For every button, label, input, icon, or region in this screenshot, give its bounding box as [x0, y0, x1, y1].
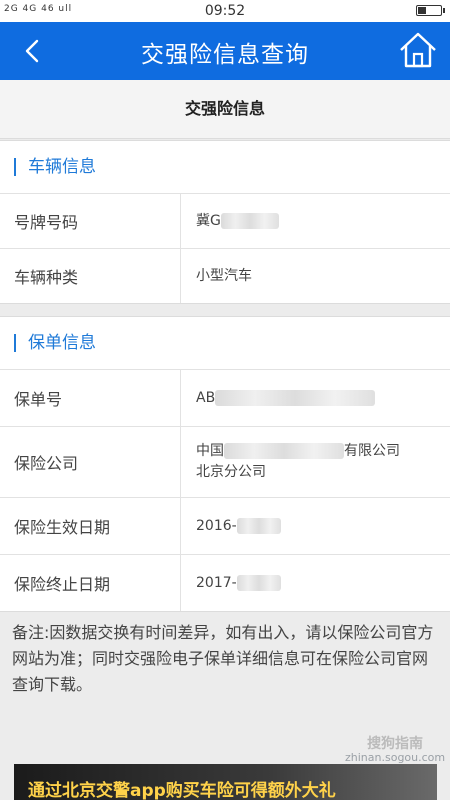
title-accent-bar — [14, 158, 16, 176]
policy-info-card: 保单信息 保单号 AB 保险公司 中国 有限公司 北京分公司 保险生效日期 201… — [0, 316, 450, 612]
row-plate: 号牌号码 冀G — [0, 194, 450, 249]
policy-number-label: 保单号 — [14, 390, 63, 409]
redacted-blur — [220, 213, 279, 229]
row-end-date: 保险终止日期 2017- — [0, 555, 450, 611]
plate-value: 冀G — [196, 194, 436, 248]
promo-banner-text: 通过北京交警app购买车险可得额外大礼 — [28, 781, 336, 800]
start-date-label: 保险生效日期 — [14, 518, 111, 537]
end-date-value: 2017- — [196, 555, 436, 611]
watermark: 搜狗指南 zhinan.sogou.com — [345, 736, 446, 764]
home-button[interactable] — [398, 30, 438, 70]
redacted-blur — [236, 575, 281, 591]
watermark-url: zhinan.sogou.com — [345, 751, 446, 764]
policy-info-title: 保单信息 — [0, 317, 450, 370]
home-icon — [400, 32, 436, 68]
watermark-title: 搜狗指南 — [367, 736, 424, 752]
policy-info-title-text: 保单信息 — [28, 333, 96, 353]
insurer-branch: 北京分公司 — [196, 464, 266, 480]
row-vehicle-type: 车辆种类 小型汽车 — [0, 249, 450, 303]
insurer-text-b: 有限公司 — [344, 443, 400, 459]
section-header: 交强险信息 — [0, 80, 450, 139]
vehicle-info-title: 车辆信息 — [0, 141, 450, 194]
end-date-text: 2017- — [196, 574, 237, 591]
policy-number-text: AB — [196, 389, 216, 406]
plate-value-text: 冀G — [196, 212, 221, 229]
battery-icon — [416, 5, 445, 16]
navigation-bar: 交强险信息查询 — [0, 22, 450, 80]
insurer-value: 中国 有限公司 北京分公司 — [196, 427, 436, 497]
policy-number-value: AB — [196, 370, 436, 426]
insurer-label: 保险公司 — [14, 454, 79, 473]
redacted-blur — [236, 518, 281, 534]
disclaimer-note: 备注:因数据交换有时间差异，如有出入，请以保险公司官方网站为准；同时交强险电子保… — [12, 623, 434, 694]
promo-banner[interactable]: 通过北京交警app购买车险可得额外大礼 — [14, 764, 437, 800]
vehicle-type-label: 车辆种类 — [14, 268, 79, 287]
insurer-text-a: 中国 — [196, 443, 224, 459]
start-date-value: 2016- — [196, 498, 436, 554]
vehicle-info-card: 车辆信息 号牌号码 冀G 车辆种类 小型汽车 — [0, 140, 450, 304]
page-title: 交强险信息查询 — [141, 42, 309, 68]
status-bar: 2G 4G 46 ull 09:52 — [0, 0, 450, 22]
title-accent-bar — [14, 334, 16, 352]
row-policy-number: 保单号 AB — [0, 370, 450, 427]
vehicle-info-title-text: 车辆信息 — [28, 157, 96, 177]
start-date-text: 2016- — [196, 517, 237, 534]
row-insurer: 保险公司 中国 有限公司 北京分公司 — [0, 427, 450, 498]
redacted-blur — [215, 390, 376, 406]
status-time: 09:52 — [204, 3, 246, 19]
redacted-blur — [224, 443, 344, 459]
plate-label: 号牌号码 — [14, 213, 79, 232]
end-date-label: 保险终止日期 — [14, 575, 111, 594]
row-start-date: 保险生效日期 2016- — [0, 498, 450, 555]
vehicle-type-value: 小型汽车 — [196, 267, 252, 284]
